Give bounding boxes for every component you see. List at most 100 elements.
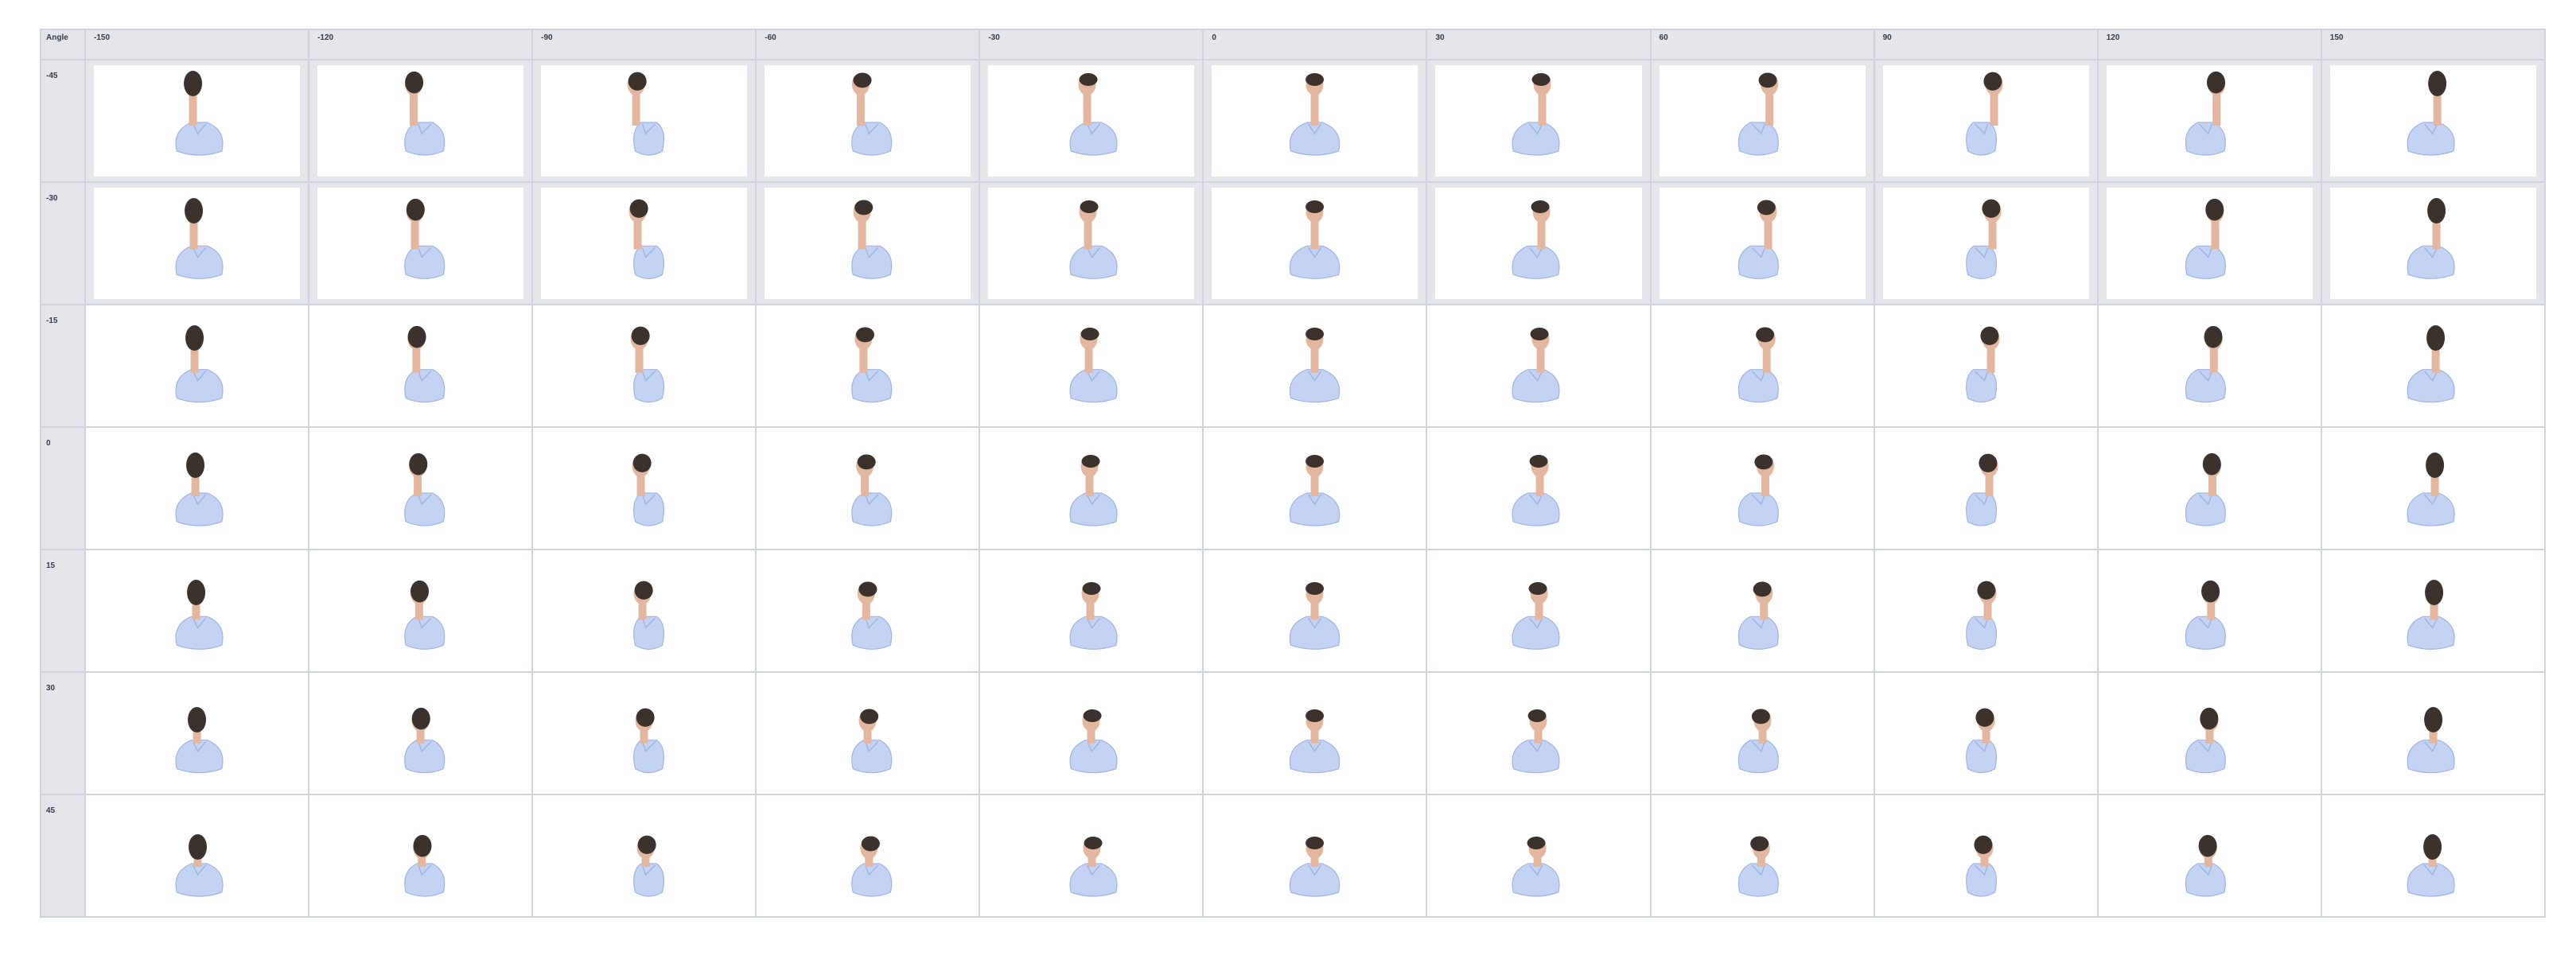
thumbnail-image[interactable]: [2106, 678, 2313, 789]
thumbnail-cell[interactable]: [2096, 59, 2322, 183]
thumbnail-cell[interactable]: [84, 549, 310, 673]
thumbnail-cell[interactable]: [755, 426, 981, 550]
thumbnail-image[interactable]: [1659, 188, 1866, 299]
thumbnail-cell[interactable]: [2096, 549, 2322, 673]
thumbnail-cell[interactable]: [531, 549, 757, 673]
thumbnail-cell[interactable]: [2320, 59, 2547, 183]
thumbnail-image[interactable]: [2329, 433, 2536, 544]
thumbnail-image[interactable]: [1659, 433, 1866, 544]
thumbnail-cell[interactable]: [84, 304, 310, 428]
thumbnail-cell[interactable]: [979, 794, 1204, 918]
thumbnail-cell[interactable]: [979, 181, 1204, 305]
thumbnail-image[interactable]: [541, 310, 748, 421]
thumbnail-cell[interactable]: [1649, 304, 1875, 428]
thumbnail-cell[interactable]: [84, 181, 310, 305]
thumbnail-image[interactable]: [2329, 800, 2536, 911]
thumbnail-image[interactable]: [988, 188, 1195, 299]
thumbnail-image[interactable]: [1882, 188, 2089, 299]
thumbnail-image[interactable]: [2329, 678, 2536, 789]
thumbnail-cell[interactable]: [308, 671, 534, 795]
thumbnail-cell[interactable]: [2320, 794, 2547, 918]
thumbnail-image[interactable]: [765, 555, 971, 666]
thumbnail-cell[interactable]: [755, 304, 981, 428]
thumbnail-image[interactable]: [1212, 555, 1418, 666]
thumbnail-image[interactable]: [765, 678, 971, 789]
thumbnail-image[interactable]: [1435, 678, 1642, 789]
thumbnail-cell[interactable]: [84, 794, 310, 918]
thumbnail-cell[interactable]: [1426, 304, 1652, 428]
thumbnail-image[interactable]: [1435, 555, 1642, 666]
thumbnail-image[interactable]: [1212, 678, 1418, 789]
thumbnail-cell[interactable]: [1873, 671, 2099, 795]
thumbnail-image[interactable]: [1212, 800, 1418, 911]
thumbnail-image[interactable]: [541, 65, 748, 177]
thumbnail-image[interactable]: [317, 433, 524, 544]
thumbnail-cell[interactable]: [1873, 181, 2099, 305]
thumbnail-image[interactable]: [1659, 678, 1866, 789]
thumbnail-image[interactable]: [541, 555, 748, 666]
thumbnail-image[interactable]: [988, 65, 1195, 177]
thumbnail-image[interactable]: [94, 65, 301, 177]
thumbnail-cell[interactable]: [2096, 794, 2322, 918]
thumbnail-image[interactable]: [1659, 310, 1866, 421]
thumbnail-cell[interactable]: [755, 549, 981, 673]
thumbnail-image[interactable]: [1212, 310, 1418, 421]
thumbnail-image[interactable]: [1212, 188, 1418, 299]
thumbnail-image[interactable]: [988, 310, 1195, 421]
thumbnail-cell[interactable]: [531, 671, 757, 795]
thumbnail-cell[interactable]: [1426, 59, 1652, 183]
thumbnail-image[interactable]: [2106, 65, 2313, 177]
thumbnail-cell[interactable]: [1649, 794, 1875, 918]
thumbnail-cell[interactable]: [2096, 181, 2322, 305]
thumbnail-cell[interactable]: [979, 671, 1204, 795]
thumbnail-cell[interactable]: [531, 426, 757, 550]
thumbnail-cell[interactable]: [84, 426, 310, 550]
thumbnail-cell[interactable]: [531, 304, 757, 428]
thumbnail-image[interactable]: [1659, 65, 1866, 177]
thumbnail-cell[interactable]: [531, 59, 757, 183]
thumbnail-cell[interactable]: [1202, 426, 1428, 550]
thumbnail-image[interactable]: [765, 310, 971, 421]
thumbnail-image[interactable]: [988, 555, 1195, 666]
thumbnail-cell[interactable]: [1873, 426, 2099, 550]
thumbnail-cell[interactable]: [755, 794, 981, 918]
thumbnail-cell[interactable]: [979, 59, 1204, 183]
thumbnail-cell[interactable]: [308, 59, 534, 183]
thumbnail-image[interactable]: [1435, 65, 1642, 177]
thumbnail-image[interactable]: [2106, 433, 2313, 544]
thumbnail-image[interactable]: [94, 188, 301, 299]
thumbnail-image[interactable]: [1212, 433, 1418, 544]
thumbnail-image[interactable]: [2329, 555, 2536, 666]
thumbnail-image[interactable]: [2329, 188, 2536, 299]
thumbnail-image[interactable]: [1659, 800, 1866, 911]
thumbnail-image[interactable]: [765, 800, 971, 911]
thumbnail-cell[interactable]: [308, 181, 534, 305]
thumbnail-cell[interactable]: [979, 304, 1204, 428]
thumbnail-image[interactable]: [1659, 555, 1866, 666]
thumbnail-cell[interactable]: [1426, 181, 1652, 305]
thumbnail-cell[interactable]: [1873, 794, 2099, 918]
thumbnail-cell[interactable]: [1426, 794, 1652, 918]
thumbnail-cell[interactable]: [2320, 671, 2547, 795]
thumbnail-cell[interactable]: [1426, 426, 1652, 550]
thumbnail-image[interactable]: [94, 433, 301, 544]
thumbnail-image[interactable]: [2106, 310, 2313, 421]
thumbnail-cell[interactable]: [1873, 59, 2099, 183]
thumbnail-image[interactable]: [2329, 65, 2536, 177]
thumbnail-image[interactable]: [1435, 310, 1642, 421]
thumbnail-image[interactable]: [317, 188, 524, 299]
thumbnail-image[interactable]: [765, 433, 971, 544]
thumbnail-image[interactable]: [317, 555, 524, 666]
thumbnail-image[interactable]: [317, 310, 524, 421]
thumbnail-cell[interactable]: [308, 304, 534, 428]
thumbnail-image[interactable]: [2106, 188, 2313, 299]
thumbnail-image[interactable]: [765, 65, 971, 177]
thumbnail-cell[interactable]: [308, 794, 534, 918]
thumbnail-cell[interactable]: [84, 671, 310, 795]
thumbnail-cell[interactable]: [531, 181, 757, 305]
thumbnail-image[interactable]: [541, 800, 748, 911]
thumbnail-cell[interactable]: [2096, 426, 2322, 550]
thumbnail-cell[interactable]: [1649, 59, 1875, 183]
thumbnail-image[interactable]: [94, 678, 301, 789]
thumbnail-cell[interactable]: [1649, 671, 1875, 795]
